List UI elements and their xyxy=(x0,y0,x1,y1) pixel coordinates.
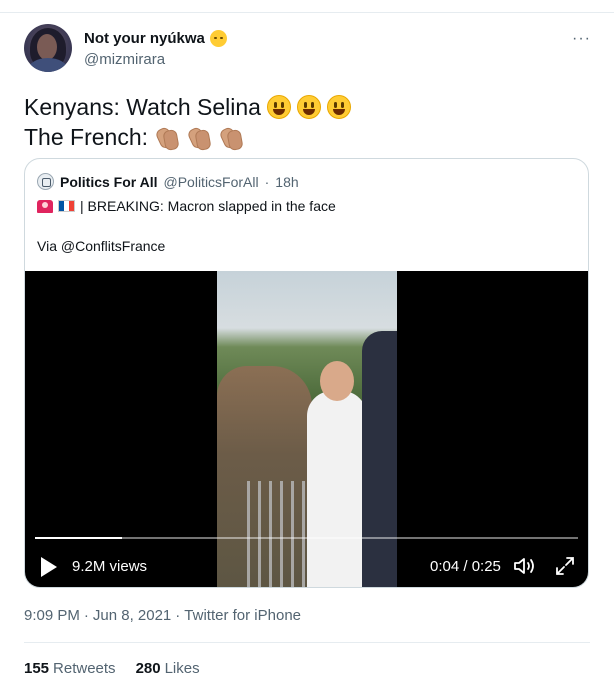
quoted-tweet-breaking-text: | BREAKING: Macron slapped in the face xyxy=(80,198,336,214)
volume-icon[interactable] xyxy=(513,556,537,576)
video-player[interactable]: 9.2M views 0:04 / 0:25 xyxy=(25,271,588,587)
video-time: 0:04 / 0:25 xyxy=(430,558,501,575)
tweet-metadata: 9:09 PM · Jun 8, 2021 · Twitter for iPho… xyxy=(24,607,301,624)
grinning-face-emoji-icon xyxy=(326,95,351,119)
rotating-light-emoji-icon xyxy=(37,199,53,213)
politics-for-all-avatar-icon[interactable] xyxy=(37,173,54,190)
author-avatar[interactable] xyxy=(24,24,72,72)
likes-stat[interactable]: 280 Likes xyxy=(136,660,200,677)
quoted-tweet-card[interactable]: Politics For All @PoliticsForAll · 18h |… xyxy=(24,158,589,588)
france-flag-icon xyxy=(58,200,75,212)
stats-divider xyxy=(24,642,590,643)
top-divider xyxy=(0,0,614,13)
author-display-name[interactable]: Not your nyúkwa xyxy=(84,30,205,47)
more-options-icon[interactable]: ··· xyxy=(572,30,591,48)
relieved-face-emoji-icon xyxy=(209,30,227,47)
quoted-tweet-line-1: | BREAKING: Macron slapped in the face xyxy=(37,198,336,214)
grinning-face-emoji-icon xyxy=(296,95,321,119)
quoted-tweet-header: Politics For All @PoliticsForAll · 18h xyxy=(37,173,299,190)
tweet-time[interactable]: 9:09 PM xyxy=(24,607,80,624)
tweet-source[interactable]: Twitter for iPhone xyxy=(184,607,301,624)
separator-dot: · xyxy=(83,607,89,624)
separator-dot: · xyxy=(264,173,270,190)
tweet-line-1: Kenyans: Watch Selina xyxy=(24,92,351,122)
video-views: 9.2M views xyxy=(72,558,148,575)
quoted-author-name[interactable]: Politics For All xyxy=(60,174,158,190)
tweet-line-2-text: The French: xyxy=(24,124,148,150)
grinning-face-emoji-icon xyxy=(266,95,291,119)
author-name[interactable]: Not your nyúkwa xyxy=(84,30,227,47)
quoted-author-handle[interactable]: @PoliticsForAll xyxy=(164,174,259,190)
tweet-line-2: The French: xyxy=(24,122,351,152)
quoted-tweet-line-2: Via @ConflitsFrance xyxy=(37,238,166,254)
author-handle[interactable]: @mizmirara xyxy=(84,51,165,68)
clapping-hands-emoji-icon xyxy=(154,125,180,152)
tweet-date[interactable]: Jun 8, 2021 xyxy=(93,607,171,624)
quoted-tweet-time[interactable]: 18h xyxy=(275,174,298,190)
fullscreen-icon[interactable] xyxy=(555,556,575,576)
tweet-stats: 155 Retweets 280 Likes xyxy=(24,660,200,677)
video-progress-bar[interactable] xyxy=(35,537,578,539)
tweet-line-1-text: Kenyans: Watch Selina xyxy=(24,94,261,120)
clapping-hands-emoji-icon xyxy=(218,125,244,152)
retweets-stat[interactable]: 155 Retweets xyxy=(24,660,116,677)
separator-dot: · xyxy=(175,607,181,624)
video-frame-image xyxy=(217,271,397,587)
clapping-hands-emoji-icon xyxy=(186,125,212,152)
play-icon[interactable] xyxy=(41,557,57,577)
video-progress-fill xyxy=(35,537,122,539)
tweet-text: Kenyans: Watch Selina The French: xyxy=(24,92,351,152)
